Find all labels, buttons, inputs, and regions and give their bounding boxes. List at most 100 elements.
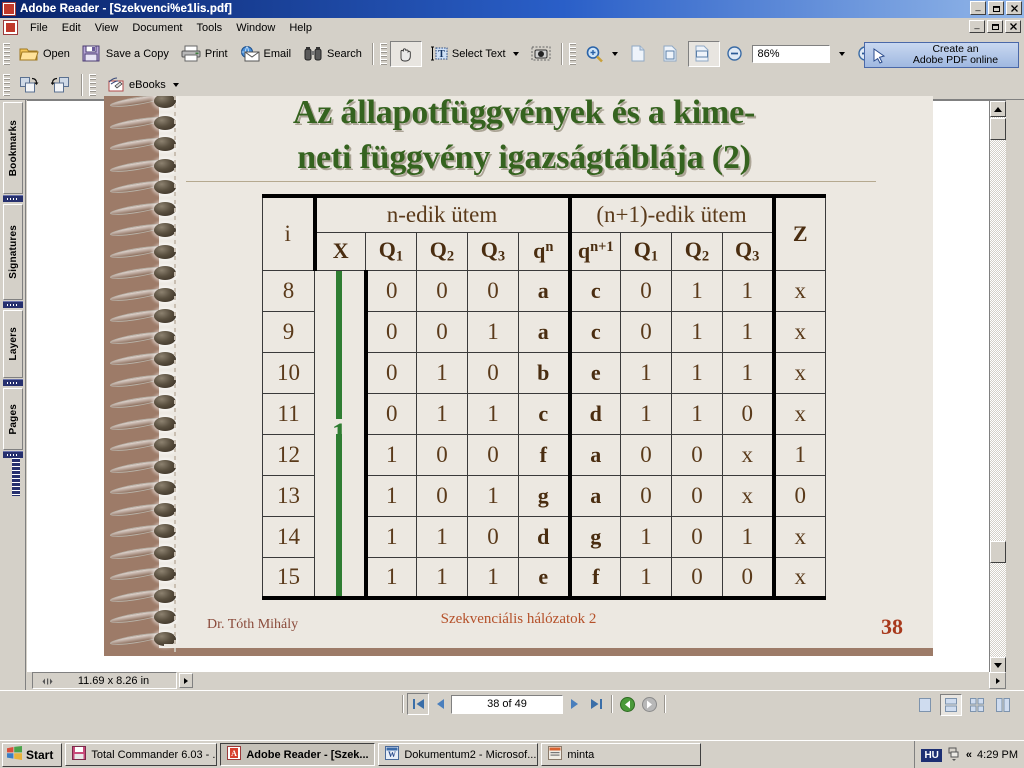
- menu-item-window[interactable]: Window: [229, 20, 282, 36]
- zoom-dropdown-button[interactable]: [830, 41, 851, 67]
- pdf-page: Az állapotfüggvények és a kime- neti füg…: [104, 96, 933, 668]
- snapshot-button[interactable]: [525, 41, 557, 67]
- fit-width-button[interactable]: [687, 41, 720, 67]
- email-button[interactable]: Email: [234, 41, 298, 67]
- zoom-level-chevron-down-icon[interactable]: [838, 52, 845, 56]
- facing-pages-view-button[interactable]: [966, 694, 988, 716]
- cell-index: 10: [262, 351, 315, 394]
- svg-text:T: T: [438, 49, 445, 60]
- signatures-tab-handle[interactable]: [3, 301, 23, 308]
- sidebar-item-signatures[interactable]: Signatures: [3, 204, 23, 300]
- select-text-button[interactable]: T Select Text: [422, 41, 525, 67]
- taskbar-item-minta[interactable]: minta: [541, 743, 702, 766]
- menu-item-document[interactable]: Document: [125, 20, 189, 36]
- spiral-binding-graphic: [104, 96, 180, 656]
- toolbar-grip-2[interactable]: [379, 43, 387, 65]
- doc-close-button[interactable]: [1005, 20, 1021, 33]
- cell-z: 1: [771, 433, 826, 476]
- window-controls: _: [970, 1, 1022, 15]
- last-page-button[interactable]: [585, 693, 607, 715]
- taskbar-clock: 4:29 PM: [977, 749, 1018, 761]
- system-tray: HU « 4:29 PM: [914, 741, 1024, 768]
- header-q3-n: Q3: [467, 231, 519, 271]
- layers-tab-handle[interactable]: [3, 379, 23, 386]
- maximize-button[interactable]: [988, 1, 1004, 15]
- taskbar-item-adobe-reader[interactable]: A Adobe Reader - [Szek...: [220, 743, 376, 766]
- spiral-ring: [110, 178, 178, 196]
- document-vertical-scrollbar[interactable]: [989, 101, 1006, 673]
- create-adobe-pdf-online-button[interactable]: Create an Adobe PDF online: [864, 42, 1019, 68]
- single-page-view-button[interactable]: [914, 694, 936, 716]
- hscroll-end-button[interactable]: [989, 672, 1006, 689]
- header-x: X: [312, 231, 366, 271]
- nav-separator-1: [402, 695, 403, 713]
- bookmarks-tab-handle[interactable]: [3, 195, 23, 202]
- hscroll-right-button[interactable]: [179, 673, 193, 688]
- rotate-clockwise-button[interactable]: [13, 72, 45, 98]
- show-hidden-icons-button[interactable]: «: [966, 749, 972, 761]
- taskbar-item-word-document[interactable]: W Dokumentum2 - Microsof...: [378, 743, 539, 766]
- menu-item-edit[interactable]: Edit: [55, 20, 88, 36]
- cell-qn1: e: [567, 351, 621, 394]
- menu-item-view[interactable]: View: [88, 20, 126, 36]
- taskbar-item-label-3: Dokumentum2 - Microsof...: [404, 748, 537, 761]
- fit-page-button[interactable]: [656, 41, 688, 67]
- rotate-counterclockwise-button[interactable]: [45, 72, 77, 98]
- cell-q3-n: 0: [467, 269, 519, 312]
- print-button[interactable]: Print: [175, 41, 234, 67]
- next-page-button[interactable]: [563, 693, 585, 715]
- save-a-copy-button[interactable]: Save a Copy: [76, 41, 175, 67]
- sidebar-item-layers[interactable]: Layers: [3, 310, 23, 378]
- minimize-button[interactable]: _: [970, 1, 986, 15]
- go-back-button[interactable]: [616, 693, 638, 715]
- go-forward-button[interactable]: [638, 693, 660, 715]
- cell-q2-n1: 1: [671, 392, 723, 435]
- open-button[interactable]: Open: [13, 41, 76, 67]
- zoom-chevron-down-icon[interactable]: [611, 52, 618, 56]
- cell-q2-n: 0: [416, 310, 468, 353]
- start-button[interactable]: Start: [2, 742, 63, 767]
- toolbar-grip[interactable]: [3, 43, 10, 65]
- cell-qn: b: [518, 351, 570, 394]
- scroll-down-button[interactable]: [990, 657, 1006, 673]
- zoom-tool-button[interactable]: [579, 41, 624, 67]
- navigation-pane: Bookmarks Signatures Layers Pages: [0, 100, 26, 690]
- menu-item-file[interactable]: File: [23, 20, 55, 36]
- doc-restore-button[interactable]: [987, 20, 1003, 33]
- header-q2-n1: Q2: [671, 231, 723, 271]
- secondary-toolbar-grip[interactable]: [3, 73, 10, 96]
- menu-item-tools[interactable]: Tools: [190, 20, 230, 36]
- arrow-cursor-icon: [869, 46, 889, 64]
- page-number-input[interactable]: 38 of 49: [451, 694, 563, 714]
- continuous-view-button[interactable]: [940, 694, 962, 716]
- hand-tool-button[interactable]: [389, 41, 422, 67]
- chevron-down-icon[interactable]: [512, 52, 519, 56]
- ebooks-toolbar-grip[interactable]: [89, 73, 96, 96]
- sidebar-item-pages[interactable]: Pages: [3, 388, 23, 450]
- menu-item-help[interactable]: Help: [282, 20, 319, 36]
- sidebar-item-bookmarks[interactable]: Bookmarks: [3, 102, 23, 194]
- total-commander-icon: [72, 746, 87, 763]
- doc-minimize-button[interactable]: _: [969, 20, 985, 33]
- search-button[interactable]: Search: [297, 41, 368, 67]
- pages-tab-handle[interactable]: [3, 451, 23, 458]
- header-qn: qn: [518, 231, 570, 271]
- language-indicator[interactable]: HU: [921, 748, 942, 762]
- pane-splitter[interactable]: [12, 458, 20, 496]
- ebooks-chevron-down-icon[interactable]: [172, 82, 179, 87]
- zoom-level-input[interactable]: 86%: [751, 45, 830, 63]
- scroll-thumb-secondary[interactable]: [990, 541, 1006, 563]
- zoom-out-button[interactable]: [720, 41, 752, 67]
- scroll-thumb[interactable]: [990, 118, 1006, 140]
- taskbar-item-total-commander[interactable]: Total Commander 6.03 - ...: [65, 743, 218, 766]
- network-icon[interactable]: [947, 746, 961, 765]
- continuous-facing-view-button[interactable]: [992, 694, 1014, 716]
- cell-qn: e: [518, 556, 570, 600]
- scroll-up-button[interactable]: [990, 101, 1006, 117]
- first-page-button[interactable]: [407, 693, 429, 715]
- close-button[interactable]: [1006, 1, 1022, 15]
- actual-size-button[interactable]: [624, 41, 656, 67]
- ebooks-button[interactable]: eBooks: [99, 72, 185, 98]
- toolbar-grip-3[interactable]: [568, 43, 576, 65]
- previous-page-button[interactable]: [429, 693, 451, 715]
